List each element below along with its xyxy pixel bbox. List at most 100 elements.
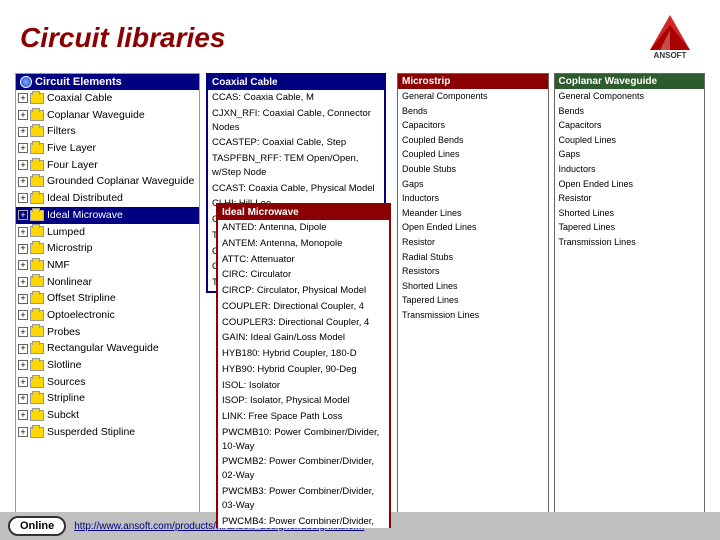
tree-item[interactable]: + Rectangular Waveguide — [16, 340, 199, 357]
comp-item[interactable]: Meander Lines — [398, 206, 548, 221]
popup-item[interactable]: ANTEM: Antenna, Monopole — [218, 236, 389, 252]
popup-item[interactable]: ISOL: Isolator — [218, 378, 389, 394]
expand-icon[interactable]: + — [18, 244, 28, 254]
comp-item[interactable]: Resistor — [398, 235, 548, 250]
folder-icon — [30, 326, 44, 337]
svg-text:ANSOFT: ANSOFT — [654, 51, 687, 60]
comp-item[interactable]: Gaps — [555, 147, 705, 162]
popup-item[interactable]: PWCMB4: Power Combiner/Divider, 04-Way — [218, 514, 389, 528]
comp-item[interactable]: Coupled Bends — [398, 133, 548, 148]
expand-icon[interactable]: + — [18, 260, 28, 270]
comp-item[interactable]: Transmission Lines — [555, 235, 705, 250]
tree-item[interactable]: + Coplanar Waveguide — [16, 107, 199, 124]
circuit-elements-label: Circuit Elements — [35, 76, 122, 88]
comp-item[interactable]: Tapered Lines — [555, 220, 705, 235]
popup-item[interactable]: ISOP: Isolator, Physical Model — [218, 393, 389, 409]
popup-item[interactable]: PWCMB10: Power Combiner/Divider, 10-Way — [218, 425, 389, 455]
popup-item[interactable]: HYB180: Hybrid Coupler, 180-D — [218, 346, 389, 362]
expand-icon[interactable]: + — [18, 344, 28, 354]
expand-icon[interactable]: + — [18, 377, 28, 387]
tree-item[interactable]: + Five Layer — [16, 140, 199, 157]
tree-item[interactable]: + Ideal Distributed — [16, 190, 199, 207]
popup-item[interactable]: ATTC: Attenuator — [218, 252, 389, 268]
expand-icon[interactable]: + — [18, 427, 28, 437]
comp-item[interactable]: Bends — [398, 104, 548, 119]
popup-item[interactable]: CCAST: Coaxia Cable, Physical Model — [208, 181, 384, 197]
tree-item[interactable]: + Optoelectronic — [16, 307, 199, 324]
comp-item[interactable]: Coupled Lines — [555, 133, 705, 148]
tree-item[interactable]: + Coaxial Cable — [16, 90, 199, 107]
item-label: Probes — [47, 325, 80, 340]
comp-item[interactable]: Open Ended Lines — [555, 177, 705, 192]
popup-item[interactable]: LINK: Free Space Path Loss — [218, 409, 389, 425]
comp-item[interactable]: Coupled Lines — [398, 147, 548, 162]
popup-item[interactable]: GAIN: Ideal Gain/Loss Model — [218, 330, 389, 346]
comp-item[interactable]: Double Stubs — [398, 162, 548, 177]
tree-item[interactable]: + NMF — [16, 257, 199, 274]
comp-item[interactable]: Capacitors — [398, 118, 548, 133]
comp-item[interactable]: Transmission Lines — [398, 308, 548, 323]
expand-icon[interactable]: + — [18, 127, 28, 137]
popup-item[interactable]: CCAS: Coaxia Cable, M — [208, 90, 384, 106]
comp-item[interactable]: Bends — [555, 104, 705, 119]
comp-item[interactable]: Tapered Lines — [398, 293, 548, 308]
tree-item[interactable]: + Grounded Coplanar Waveguide — [16, 173, 199, 190]
popup-item[interactable]: COUPLER3: Directional Coupler, 4 — [218, 315, 389, 331]
tree-item[interactable]: + Four Layer — [16, 157, 199, 174]
tree-item[interactable]: + Nonlinear — [16, 274, 199, 291]
expand-icon[interactable]: + — [18, 110, 28, 120]
popup-item[interactable]: PWCMB3: Power Combiner/Divider, 03-Way — [218, 484, 389, 514]
tree-item[interactable]: + Ideal Microwave — [16, 207, 199, 224]
comp-item[interactable]: Inductors — [398, 191, 548, 206]
tree-item[interactable]: + Susperded Stipline — [16, 424, 199, 441]
expand-icon[interactable]: + — [18, 394, 28, 404]
tree-item[interactable]: + Probes — [16, 324, 199, 341]
microstrip-panel: Microstrip General Components Bends Capa… — [397, 73, 549, 528]
item-label: Nonlinear — [47, 275, 92, 290]
comp-item[interactable]: Gaps — [398, 177, 548, 192]
expand-icon[interactable]: + — [18, 410, 28, 420]
comp-item[interactable]: Resistor — [555, 191, 705, 206]
popup-item[interactable]: PWCMB2: Power Combiner/Divider, 02-Way — [218, 454, 389, 484]
expand-icon[interactable]: + — [18, 93, 28, 103]
expand-icon[interactable]: + — [18, 177, 28, 187]
popup-item[interactable]: CIRCP: Circulator, Physical Model — [218, 283, 389, 299]
folder-icon — [30, 377, 44, 388]
popup-item[interactable]: CCASTEP: Coaxial Cable, Step — [208, 135, 384, 151]
expand-icon[interactable]: + — [18, 210, 28, 220]
popup-item[interactable]: CIRC: Circulator — [218, 267, 389, 283]
tree-item[interactable]: + Stripline — [16, 390, 199, 407]
comp-item[interactable]: Shorted Lines — [555, 206, 705, 221]
comp-item[interactable]: Capacitors — [555, 118, 705, 133]
tree-item[interactable]: + Filters — [16, 123, 199, 140]
comp-item[interactable]: Shorted Lines — [398, 279, 548, 294]
tree-item[interactable]: + Offset Stripline — [16, 290, 199, 307]
popup-item[interactable]: CJXN_RFI: Coaxial Cable, Connector Nodes — [208, 106, 384, 136]
ideal-microwave-popup: Ideal Microwave ANTED: Antenna, Dipole A… — [216, 203, 391, 528]
expand-icon[interactable]: + — [18, 160, 28, 170]
comp-item[interactable]: Radial Stubs — [398, 250, 548, 265]
comp-item[interactable]: General Components — [555, 89, 705, 104]
tree-item[interactable]: + Slotline — [16, 357, 199, 374]
expand-icon[interactable]: + — [18, 294, 28, 304]
comp-item[interactable]: Resistors — [398, 264, 548, 279]
popup-item[interactable]: HYB90: Hybrid Coupler, 90-Deg — [218, 362, 389, 378]
expand-icon[interactable]: + — [18, 227, 28, 237]
tree-item[interactable]: + Subckt — [16, 407, 199, 424]
comp-item[interactable]: General Components — [398, 89, 548, 104]
expand-icon[interactable]: + — [18, 327, 28, 337]
expand-icon[interactable]: + — [18, 193, 28, 203]
online-button[interactable]: Online — [8, 516, 66, 536]
popup-item[interactable]: ANTED: Antenna, Dipole — [218, 220, 389, 236]
popup-item[interactable]: COUPLER: Directional Coupler, 4 — [218, 299, 389, 315]
tree-item[interactable]: + Lumped — [16, 224, 199, 241]
comp-item[interactable]: Open Ended Lines — [398, 220, 548, 235]
tree-item[interactable]: + Sources — [16, 374, 199, 391]
expand-icon[interactable]: + — [18, 360, 28, 370]
expand-icon[interactable]: + — [18, 143, 28, 153]
popup-item[interactable]: TASPFBN_RFF: TEM Open/Open, w/Step Node — [208, 151, 384, 181]
expand-icon[interactable]: + — [18, 310, 28, 320]
comp-item[interactable]: Inductors — [555, 162, 705, 177]
tree-item[interactable]: + Microstrip — [16, 240, 199, 257]
expand-icon[interactable]: + — [18, 277, 28, 287]
